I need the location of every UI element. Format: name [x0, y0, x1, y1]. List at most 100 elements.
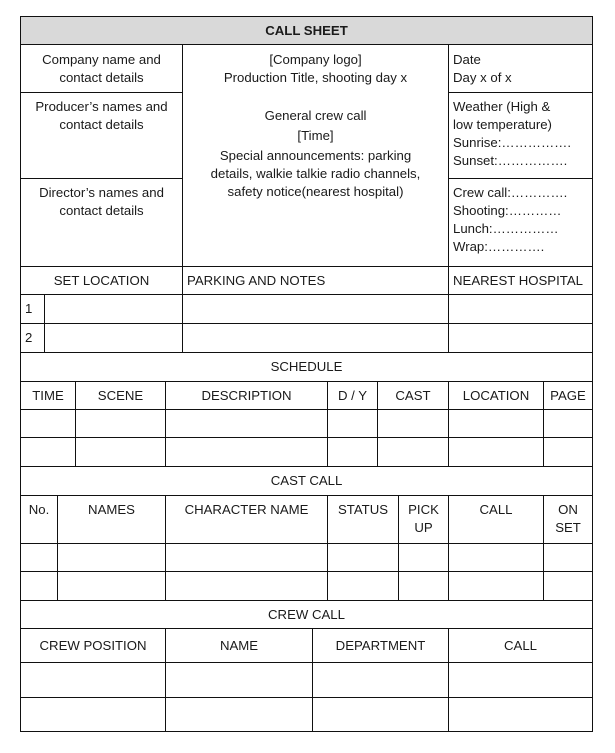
parking-notes-field[interactable] [182, 294, 450, 324]
schedule-header-dy: D / Y [327, 381, 378, 410]
crew-cell[interactable] [447, 662, 594, 698]
crew-row [20, 697, 594, 732]
crew-row [20, 662, 594, 698]
company-label-line1: Company name and [42, 51, 161, 67]
cast-cell[interactable] [57, 543, 166, 572]
nearest-hospital-field[interactable] [448, 323, 594, 353]
schedule-header-description: DESCRIPTION [165, 381, 328, 410]
date-label: Date [453, 51, 481, 67]
schedule-row [20, 437, 593, 467]
crew-cell[interactable] [20, 697, 166, 732]
schedule-cell[interactable] [448, 437, 544, 467]
schedule-cell[interactable] [543, 437, 593, 467]
production-info-cell[interactable]: [Company logo] Production Title, shootin… [182, 44, 449, 267]
schedule-header-time: TIME [20, 381, 76, 410]
production-title: Production Title, shooting day x [223, 70, 408, 85]
schedule-cell[interactable] [75, 409, 166, 438]
producer-label-line1: Producer’s names and [35, 99, 168, 114]
cast-cell[interactable] [327, 543, 399, 572]
director-details-cell[interactable]: Director’s names and contact details [20, 178, 183, 267]
cast-header-pick-up: PICK UP [398, 495, 449, 544]
announcements-line3: safety notice(nearest hospital) [227, 184, 404, 199]
day-of-label: Day x of x [453, 69, 512, 85]
crew-cell[interactable] [312, 662, 449, 698]
schedule-cell[interactable] [448, 409, 544, 438]
crew-cell[interactable] [20, 662, 166, 698]
schedule-cell[interactable] [20, 437, 76, 467]
cast-cell[interactable] [20, 571, 58, 601]
crew-header-department: DEPARTMENT [312, 628, 449, 663]
cast-cell[interactable] [165, 571, 328, 601]
date-cell[interactable]: Date Day x of x [447, 44, 594, 93]
parking-notes-field[interactable] [182, 323, 450, 353]
general-crew-call-label: General crew call [264, 108, 367, 123]
cast-cell[interactable] [542, 571, 594, 601]
set-location-field[interactable] [43, 294, 184, 324]
cast-cell[interactable] [398, 543, 449, 572]
crew-cell[interactable] [447, 697, 594, 732]
schedule-cell[interactable] [327, 409, 378, 438]
cast-cell[interactable] [165, 543, 328, 572]
parking-notes-header: PARKING AND NOTES [182, 266, 450, 295]
times-cell[interactable]: Crew call:…………. Shooting:………… Lunch:…………… [447, 178, 594, 267]
pick-up-line2: UP [414, 520, 433, 535]
schedule-cell[interactable] [377, 437, 449, 467]
pick-up-line1: PICK [408, 502, 439, 517]
on-set-line1: ON [558, 502, 578, 517]
location-row: 2 [20, 323, 594, 353]
schedule-cell[interactable] [75, 437, 166, 467]
nearest-hospital-field[interactable] [448, 294, 594, 324]
company-logo-placeholder: [Company logo] [269, 52, 362, 67]
cast-row [20, 543, 594, 572]
crew-header-call: CALL [447, 628, 594, 663]
location-table: SET LOCATION PARKING AND NOTES NEAREST H… [19, 266, 594, 353]
cast-call-table: CAST CALL No. NAMES CHARACTER NAME STATU… [19, 466, 594, 601]
cast-header-names: NAMES [57, 495, 166, 544]
cast-header-character-name: CHARACTER NAME [165, 495, 328, 544]
nearest-hospital-header: NEAREST HOSPITAL [448, 266, 594, 295]
company-details-cell[interactable]: Company name and contact details [20, 44, 183, 93]
cast-cell[interactable] [398, 571, 449, 601]
location-row-number: 2 [20, 323, 45, 353]
schedule-cell[interactable] [20, 409, 76, 438]
crew-cell[interactable] [165, 697, 313, 732]
crew-call-table: CREW CALL CREW POSITION NAME DEPARTMENT … [19, 600, 594, 732]
cast-cell[interactable] [448, 543, 544, 572]
crew-header-position: CREW POSITION [20, 628, 166, 663]
header-table: CALL SHEET Company name and contact deta… [19, 16, 594, 267]
announcements-line1: Special announcements: parking [219, 148, 412, 163]
producer-details-cell[interactable]: Producer’s names and contact details [20, 92, 183, 179]
call-sheet: CALL SHEET Company name and contact deta… [19, 16, 594, 732]
crew-cell[interactable] [165, 662, 313, 698]
location-row: 1 [20, 294, 594, 324]
schedule-title: SCHEDULE [20, 352, 593, 382]
schedule-row [20, 409, 593, 438]
cast-cell[interactable] [20, 543, 58, 572]
set-location-field[interactable] [43, 323, 184, 353]
schedule-table: SCHEDULE TIME SCENE DESCRIPTION D / Y CA… [20, 352, 593, 467]
announcements-line2: details, walkie talkie radio channels, [210, 166, 421, 181]
cast-header-status: STATUS [327, 495, 399, 544]
schedule-header-scene: SCENE [75, 381, 166, 410]
weather-label-line2: low temperature) [453, 117, 552, 132]
cast-cell[interactable] [57, 571, 166, 601]
cast-cell[interactable] [542, 543, 594, 572]
cast-cell[interactable] [327, 571, 399, 601]
schedule-cell[interactable] [377, 409, 449, 438]
on-set-line2: SET [555, 520, 581, 535]
schedule-header-location: LOCATION [448, 381, 544, 410]
schedule-cell[interactable] [165, 409, 328, 438]
schedule-header-cast: CAST [377, 381, 449, 410]
weather-cell[interactable]: Weather (High & low temperature) Sunrise… [447, 92, 594, 179]
schedule-cell[interactable] [327, 437, 378, 467]
call-sheet-title: CALL SHEET [19, 16, 594, 45]
schedule-cell[interactable] [165, 437, 328, 467]
cast-cell[interactable] [448, 571, 544, 601]
set-location-header: SET LOCATION [19, 266, 184, 295]
cast-header-no: No. [20, 495, 58, 544]
sunset-field: Sunset:……………. [453, 153, 568, 168]
schedule-cell[interactable] [543, 409, 593, 438]
lunch-field: Lunch:…………… [453, 221, 559, 236]
crew-call-field: Crew call:…………. [453, 185, 568, 200]
crew-cell[interactable] [312, 697, 449, 732]
